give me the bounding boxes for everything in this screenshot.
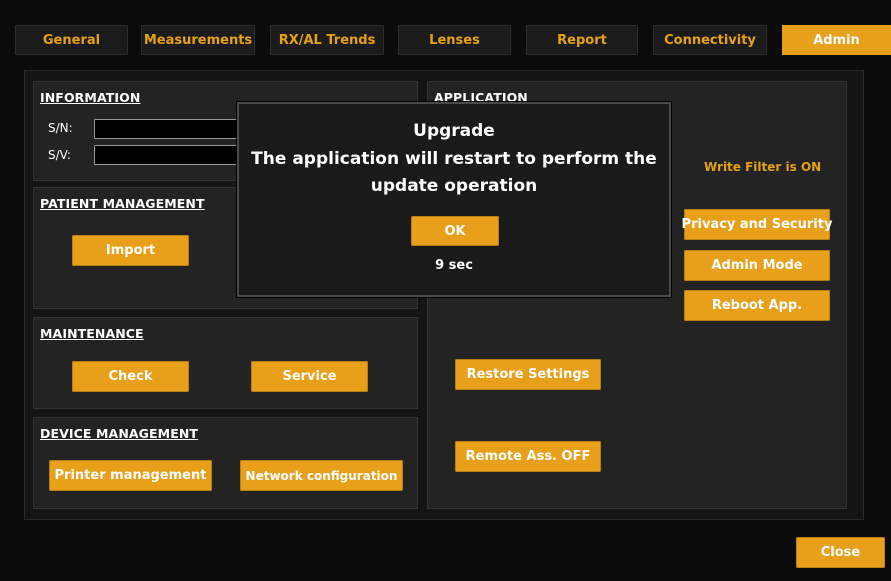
countdown-text: 9 sec (435, 258, 473, 273)
patient-management-title: PATIENT MANAGEMENT (40, 196, 205, 211)
privacy-security-button[interactable]: Privacy and Security (682, 209, 832, 240)
tab-measurements[interactable]: Measurements (141, 25, 255, 55)
maintenance-title: MAINTENANCE (40, 326, 144, 341)
dialog-message-line2: update operation (370, 176, 538, 196)
dialog-title: Upgrade (413, 121, 495, 141)
dialog-message-line1: The application will restart to perform … (251, 149, 657, 169)
network-configuration-button[interactable]: Network configuration (240, 460, 403, 491)
device-management-panel: DEVICE MANAGEMENT Printer management Net… (33, 417, 418, 509)
information-title: INFORMATION (40, 90, 141, 105)
maintenance-panel: MAINTENANCE Check Service (33, 317, 418, 409)
printer-management-button[interactable]: Printer management (49, 460, 212, 491)
tab-admin[interactable]: Admin (782, 25, 891, 55)
tab-lenses[interactable]: Lenses (398, 25, 511, 55)
reboot-app-button[interactable]: Reboot App. (684, 290, 830, 321)
sv-label: S/V: (48, 148, 71, 162)
import-button[interactable]: Import (72, 235, 189, 266)
write-filter-status: Write Filter is ON (704, 160, 822, 174)
tab-general[interactable]: General (15, 25, 128, 55)
device-management-title: DEVICE MANAGEMENT (40, 426, 199, 441)
tab-rx-al-trends[interactable]: RX/AL Trends (270, 25, 384, 55)
check-button[interactable]: Check (72, 361, 189, 392)
sn-label: S/N: (48, 121, 73, 135)
tab-report[interactable]: Report (526, 25, 638, 55)
remote-assistance-button[interactable]: Remote Ass. OFF (455, 441, 601, 472)
admin-screen: General Measurements RX/AL Trends Lenses… (0, 0, 891, 581)
ok-button[interactable]: OK (411, 216, 499, 246)
restore-settings-button[interactable]: Restore Settings (455, 359, 601, 390)
tab-connectivity[interactable]: Connectivity (653, 25, 767, 55)
close-button[interactable]: Close (796, 537, 885, 568)
service-button[interactable]: Service (251, 361, 368, 392)
admin-mode-button[interactable]: Admin Mode (684, 250, 830, 281)
upgrade-dialog: Upgrade The application will restart to … (237, 102, 671, 297)
